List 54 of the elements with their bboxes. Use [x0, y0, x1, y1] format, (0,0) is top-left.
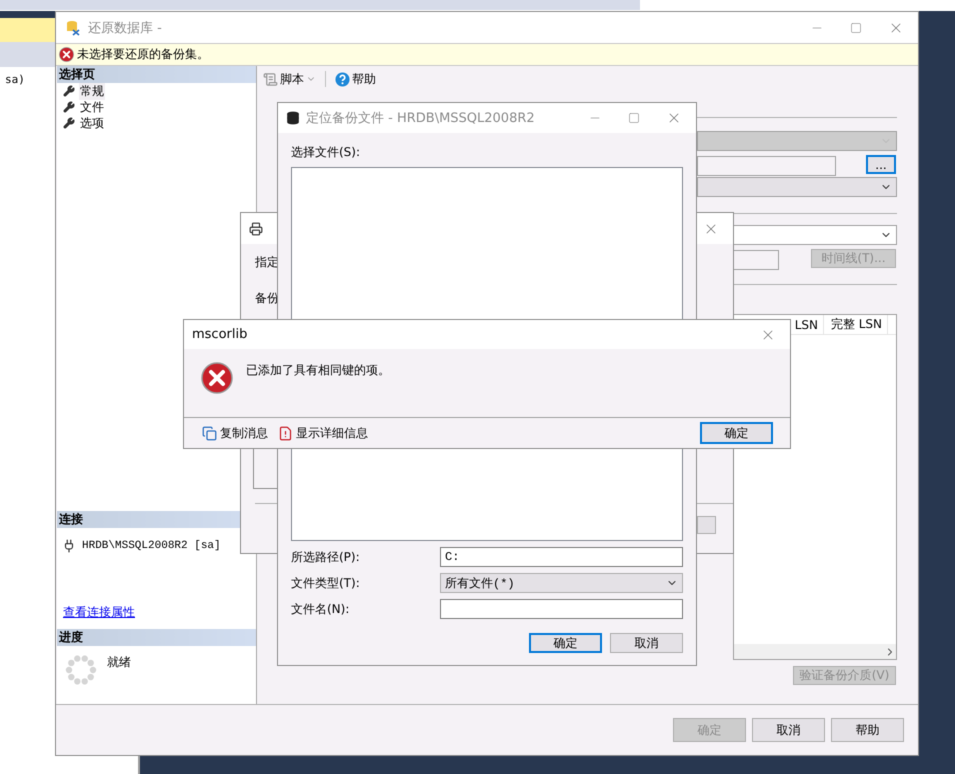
- error-message: 已添加了具有相同键的项。: [246, 362, 390, 379]
- page-item[interactable]: 常规: [79, 82, 105, 100]
- section-header: 进度: [57, 629, 256, 646]
- horizontal-scrollbar[interactable]: [734, 644, 896, 659]
- device-icon: [249, 222, 263, 236]
- background-text: sa): [5, 73, 25, 86]
- script-button[interactable]: 脚本: [261, 70, 318, 88]
- document-warning-icon: [278, 426, 293, 440]
- dialog-button[interactable]: 确定: [529, 633, 602, 653]
- dialog-button[interactable]: 帮助: [831, 718, 904, 742]
- wrench-icon: [63, 85, 75, 97]
- section-header: 选择页: [57, 66, 256, 83]
- text-field[interactable]: [697, 156, 836, 176]
- text-field[interactable]: [733, 250, 779, 270]
- spinner-icon: [65, 654, 97, 686]
- window-title: 还原数据库 -: [88, 20, 163, 36]
- copy-icon: [202, 426, 217, 440]
- dialog-button[interactable]: 取消: [752, 718, 825, 742]
- field-label: 所选路径(P):: [291, 548, 361, 566]
- connection-properties-link[interactable]: 查看连接属性: [63, 604, 135, 621]
- dialog-button[interactable]: [697, 516, 716, 534]
- window-title: mscorlib: [192, 327, 248, 342]
- help-icon: [335, 72, 350, 86]
- ok-button[interactable]: 确定: [700, 422, 773, 444]
- wrench-icon: [63, 101, 75, 113]
- window-title: 定位备份文件 - HRDB\MSSQL2008R2: [306, 110, 536, 127]
- error-icon: [59, 47, 74, 62]
- status-text: 就绪: [107, 654, 131, 671]
- error-message: 未选择要还原的备份集。: [77, 46, 209, 63]
- dropdown[interactable]: [697, 131, 897, 151]
- script-icon: [263, 72, 278, 86]
- database-restore-icon: [64, 18, 82, 36]
- maximize-icon[interactable]: [628, 112, 640, 124]
- file-type-dropdown[interactable]: 所有文件(*): [440, 573, 683, 593]
- browse-button[interactable]: ...: [866, 155, 896, 174]
- dialog-button[interactable]: 取消: [610, 633, 683, 653]
- maximize-icon[interactable]: [850, 22, 862, 34]
- field-label: 文件名(N):: [291, 600, 350, 618]
- database-icon: [286, 111, 300, 125]
- error-icon: [201, 362, 233, 394]
- page-item[interactable]: 文件: [79, 98, 105, 116]
- input-field[interactable]: [440, 599, 683, 619]
- field-label: 选择文件(S):: [291, 144, 362, 161]
- help-button[interactable]: 帮助: [333, 70, 378, 88]
- dialog-text: 备份: [255, 290, 279, 307]
- input-field[interactable]: C:: [440, 547, 683, 567]
- field-label: 文件类型(T):: [291, 574, 361, 592]
- server-name: HRDB\MSSQL2008R2 [sa]: [82, 540, 221, 552]
- plug-icon: [62, 539, 76, 553]
- wrench-icon: [63, 117, 75, 129]
- column-header[interactable]: 完整 LSN: [824, 315, 888, 334]
- page-item[interactable]: 选项: [79, 114, 105, 132]
- copy-message-button[interactable]: 复制消息: [202, 424, 268, 442]
- show-details-button[interactable]: 显示详细信息: [278, 424, 368, 442]
